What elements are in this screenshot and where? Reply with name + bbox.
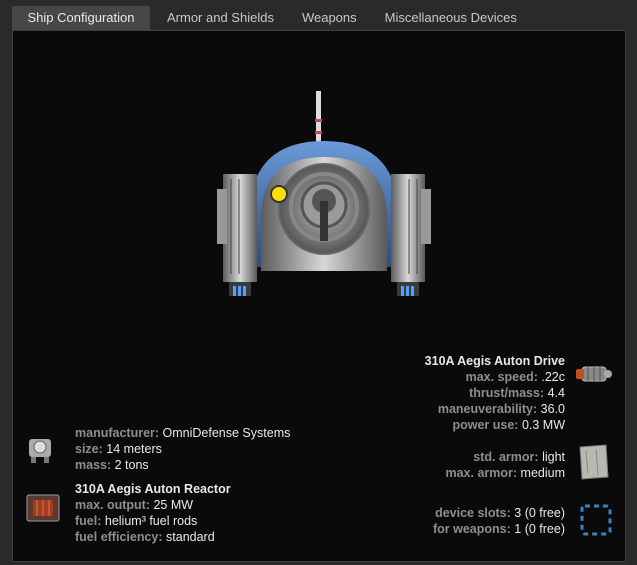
max-output-label: max. output:	[75, 498, 150, 512]
max-speed-value: .22c	[541, 370, 565, 384]
fuel-value: helium³ fuel rods	[104, 514, 198, 528]
device-slots-value: 3 (0 free)	[514, 506, 565, 520]
power-use-label: power use:	[452, 418, 519, 432]
drive-icon	[576, 366, 612, 382]
power-use-value: 0.3 MW	[521, 418, 565, 432]
tab-weapons[interactable]: Weapons	[288, 6, 371, 30]
tab-armor-and-shields[interactable]: Armor and Shields	[153, 6, 288, 30]
device-slot-icon	[580, 504, 612, 536]
armor-info: std. armor: light max. armor: medium	[445, 449, 565, 481]
ship-icon	[29, 439, 51, 463]
fuel-efficiency-label: fuel efficiency:	[75, 530, 163, 544]
maneuverability-value: 36.0	[540, 402, 565, 416]
tab-miscellaneous-devices[interactable]: Miscellaneous Devices	[371, 6, 531, 30]
thrust-label: thrust/mass:	[469, 386, 545, 400]
device-slots-label: device slots:	[435, 506, 511, 520]
manufacturer-value: OmniDefense Systems	[162, 426, 291, 440]
max-armor-value: medium	[520, 466, 565, 480]
size-label: size:	[75, 442, 103, 456]
ship-image	[217, 91, 431, 296]
ship-config-panel: 310A Aegis Auton Drive max. speed: .22c …	[12, 30, 626, 562]
maneuverability-label: maneuverability:	[437, 402, 538, 416]
size-value: 14 meters	[106, 442, 162, 456]
thrust-value: 4.4	[547, 386, 565, 400]
max-armor-label: max. armor:	[445, 466, 518, 480]
reactor-icon	[26, 494, 60, 522]
manufacturer-label: manufacturer:	[75, 426, 160, 440]
tab-bar: Ship Configuration Armor and Shields Wea…	[12, 6, 626, 30]
armor-plate-icon	[579, 444, 609, 480]
weapon-slots-value: 1 (0 free)	[514, 522, 565, 536]
mass-label: mass:	[75, 458, 112, 472]
max-speed-label: max. speed:	[465, 370, 538, 384]
weapon-slots-label: for weapons:	[433, 522, 511, 536]
drive-info: 310A Aegis Auton Drive max. speed: .22c …	[425, 353, 565, 433]
reactor-name: 310A Aegis Auton Reactor	[75, 482, 231, 496]
fuel-efficiency-value: standard	[166, 530, 215, 544]
fuel-label: fuel:	[75, 514, 102, 528]
std-armor-label: std. armor:	[473, 450, 539, 464]
ship-info: manufacturer: OmniDefense Systems size: …	[75, 425, 290, 473]
drive-name: 310A Aegis Auton Drive	[424, 354, 565, 368]
device-slots-info: device slots: 3 (0 free) for weapons: 1 …	[433, 505, 565, 537]
std-armor-value: light	[542, 450, 565, 464]
reactor-info: 310A Aegis Auton Reactor max. output: 25…	[75, 481, 231, 545]
max-output-value: 25 MW	[153, 498, 194, 512]
mass-value: 2 tons	[114, 458, 149, 472]
tab-ship-configuration[interactable]: Ship Configuration	[12, 6, 150, 30]
